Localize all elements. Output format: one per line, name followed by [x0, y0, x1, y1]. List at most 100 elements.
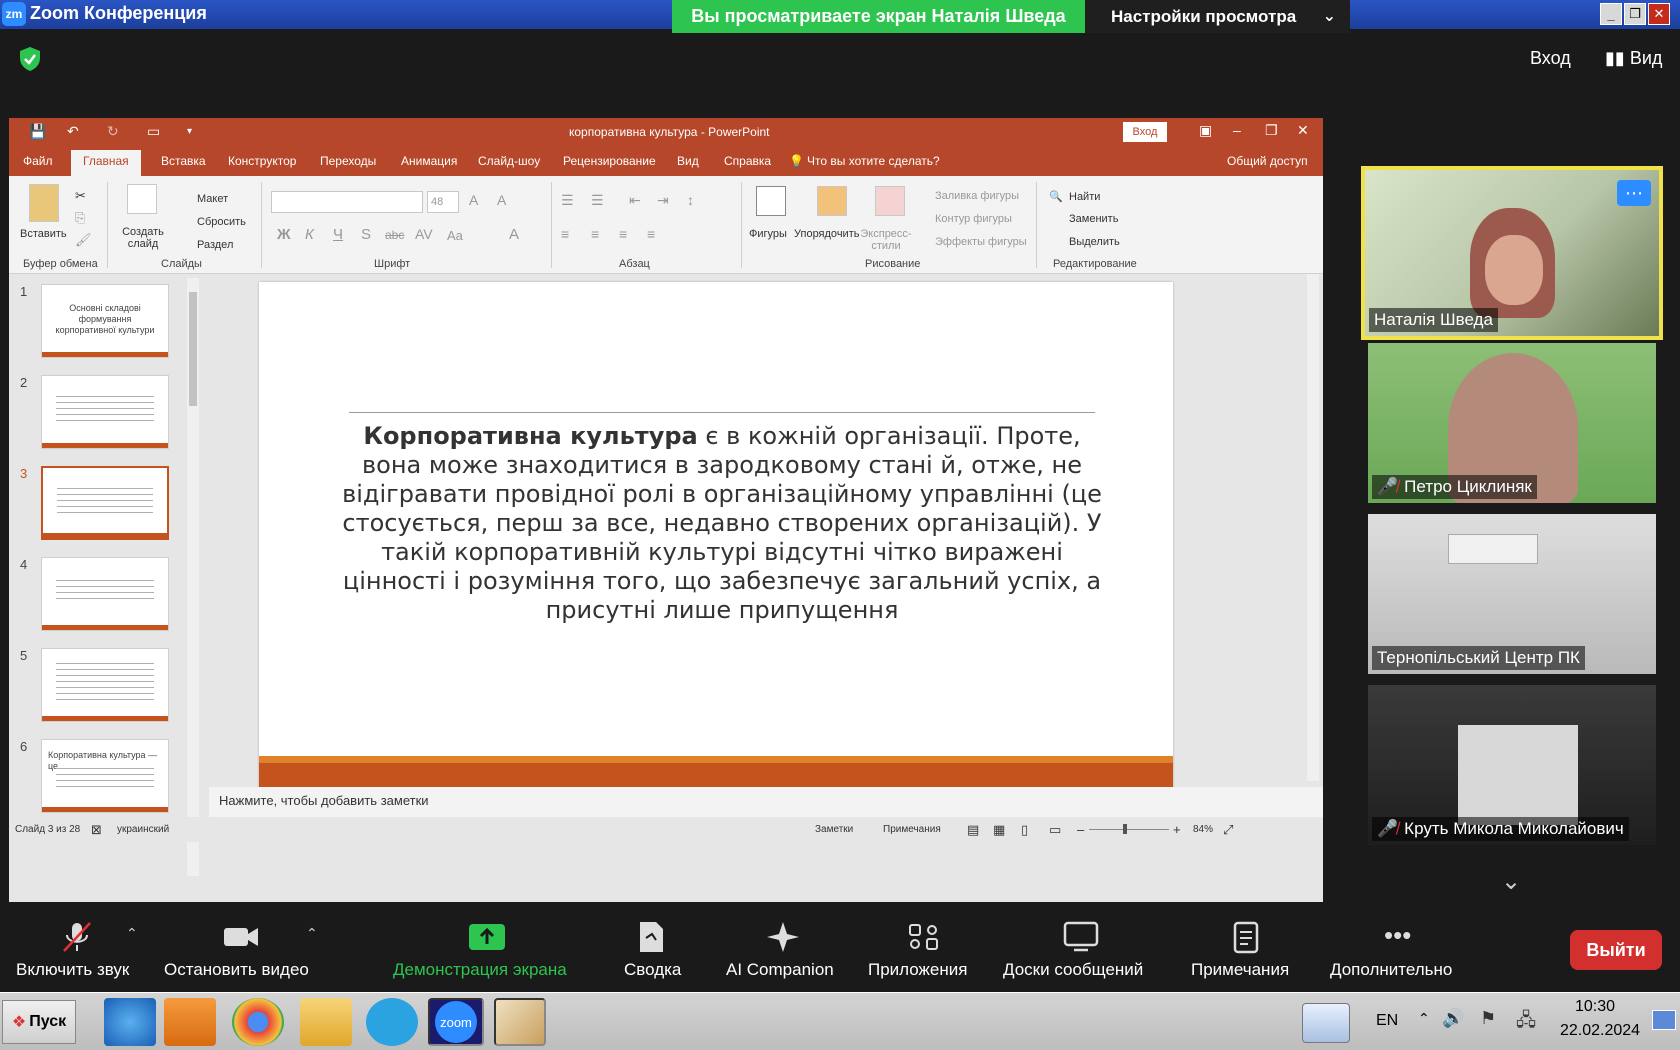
italic-icon[interactable]: К — [305, 226, 314, 243]
new-slide-button[interactable]: Создать слайд — [121, 226, 165, 250]
keyboard-language[interactable]: EN — [1376, 1012, 1398, 1030]
ppt-minimize-button[interactable]: – — [1233, 122, 1241, 138]
spellcheck-icon[interactable]: ⊠ — [91, 822, 102, 838]
volume-icon[interactable]: 🔊 — [1442, 1008, 1464, 1029]
section-button[interactable]: Раздел — [197, 239, 233, 251]
layout-button[interactable]: Макет — [197, 193, 228, 205]
participant-tile-1[interactable]: ⋯ Наталія Шведа — [1361, 166, 1663, 340]
zoom-in-icon[interactable]: + — [1173, 822, 1181, 837]
align-left-icon[interactable]: ≡ — [561, 226, 569, 242]
action-center-icon[interactable]: ⚑ — [1480, 1008, 1496, 1029]
comments-toggle[interactable]: Примечания — [883, 824, 941, 835]
zoom-taskbar-icon[interactable]: zoom — [428, 998, 484, 1046]
notes-button[interactable]: Примечания — [1191, 960, 1289, 980]
tab-file[interactable]: Файл — [23, 154, 53, 168]
present-icon[interactable]: ▭ — [147, 123, 160, 140]
language-label[interactable]: украинский — [117, 824, 169, 835]
zoom-level[interactable]: 84% — [1193, 824, 1213, 835]
zoom-slider[interactable] — [1089, 829, 1169, 830]
font-color-icon[interactable]: A — [509, 226, 519, 243]
telegram-icon[interactable] — [366, 998, 418, 1046]
justify-icon[interactable]: ≡ — [647, 226, 655, 242]
reset-button[interactable]: Сбросить — [197, 216, 246, 228]
apps-icon[interactable] — [905, 920, 943, 954]
fit-slide-icon[interactable]: ⤢ — [1223, 822, 1233, 838]
decrease-indent-icon[interactable]: ⇤ — [629, 192, 641, 209]
participant-tile-3[interactable]: Тернопільський Центр ПК — [1368, 514, 1656, 674]
tab-view[interactable]: Вид — [677, 154, 699, 168]
tell-me-input[interactable]: Что вы хотите сделать? — [807, 154, 940, 168]
align-center-icon[interactable]: ≡ — [591, 226, 599, 242]
share-button[interactable]: Общий доступ — [1227, 154, 1308, 168]
zoom-out-icon[interactable]: – — [1077, 822, 1084, 837]
slide-thumbnail-5[interactable] — [41, 648, 169, 722]
shape-effects-button[interactable]: Эффекты фигуры — [935, 236, 1027, 248]
share-screen-icon[interactable] — [468, 920, 506, 954]
summary-button[interactable]: Сводка — [624, 960, 681, 980]
sorter-view-icon[interactable]: ▦ — [993, 822, 1005, 838]
participant-tile-2[interactable]: 🎤̸ Петро Циклиняк — [1368, 343, 1656, 503]
stop-video-button[interactable]: Остановить видео — [164, 960, 309, 980]
tab-design[interactable]: Конструктор — [228, 154, 296, 168]
more-options-icon[interactable]: ⋯ — [1617, 180, 1651, 206]
network-icon[interactable]: 🖧 — [1516, 1008, 1536, 1038]
tab-slideshow[interactable]: Слайд-шоу — [478, 154, 540, 168]
view-settings-button[interactable]: Настройки просмотра ⌄ — [1085, 0, 1350, 33]
shrink-font-icon[interactable]: A — [497, 192, 506, 208]
shield-icon[interactable] — [18, 46, 42, 72]
restore-button[interactable]: ❐ — [1624, 3, 1646, 25]
ppt-restore-button[interactable]: ❐ — [1265, 122, 1278, 139]
shadow-icon[interactable]: S — [361, 226, 371, 243]
share-screen-button[interactable]: Демонстрация экрана — [393, 960, 567, 980]
participant-tile-4[interactable]: 🎤̸ Круть Микола Миколайович — [1368, 685, 1656, 845]
close-button[interactable]: ✕ — [1648, 3, 1670, 25]
chrome-icon[interactable] — [232, 998, 284, 1046]
whiteboards-icon[interactable] — [1062, 920, 1100, 954]
unmute-button[interactable]: Включить звук — [16, 960, 129, 980]
media-player-icon[interactable] — [164, 998, 216, 1046]
paste-icon[interactable] — [29, 184, 59, 222]
show-desktop-icon[interactable] — [1652, 1010, 1676, 1030]
bold-icon[interactable]: Ж — [277, 226, 291, 243]
video-camera-icon[interactable] — [222, 920, 260, 954]
cut-icon[interactable]: ✂ — [75, 188, 86, 204]
normal-view-icon[interactable]: ▤ — [967, 822, 979, 838]
pen-tablet-icon[interactable] — [1302, 1003, 1350, 1043]
font-size-input[interactable]: 48 — [427, 191, 459, 213]
minimize-button[interactable]: _ — [1600, 3, 1622, 25]
undo-icon[interactable]: ↶ — [67, 123, 79, 140]
slide-thumbnail-1[interactable]: Основні складові формування корпоративно… — [41, 284, 169, 358]
slide-scrollbar[interactable] — [1307, 274, 1319, 781]
tab-home[interactable]: Главная — [71, 150, 141, 176]
view-button[interactable]: ▮▮ Вид — [1605, 48, 1662, 69]
find-button[interactable]: Найти — [1069, 191, 1100, 203]
quick-styles-button[interactable]: Экспресс-стили — [859, 228, 913, 252]
tab-transitions[interactable]: Переходы — [320, 154, 376, 168]
clock-date[interactable]: 22.02.2024 — [1560, 1022, 1640, 1040]
tab-insert[interactable]: Вставка — [161, 154, 206, 168]
customize-icon[interactable]: ▾ — [187, 126, 192, 137]
ppt-close-button[interactable]: ✕ — [1297, 122, 1309, 139]
ppt-login-button[interactable]: Вход — [1123, 122, 1167, 142]
current-slide[interactable]: Корпоративна культура є в кожній організ… — [259, 282, 1173, 796]
new-slide-icon[interactable] — [127, 184, 157, 214]
quick-styles-icon[interactable] — [875, 186, 905, 216]
replace-button[interactable]: Заменить — [1069, 213, 1118, 225]
internet-explorer-icon[interactable] — [104, 998, 156, 1046]
grow-font-icon[interactable]: A — [469, 192, 478, 208]
select-button[interactable]: Выделить — [1069, 236, 1120, 248]
align-right-icon[interactable]: ≡ — [619, 226, 627, 242]
arrange-button[interactable]: Упорядочить — [794, 228, 859, 240]
more-button[interactable]: Дополнительно — [1330, 960, 1452, 980]
summary-icon[interactable] — [632, 920, 670, 954]
reading-view-icon[interactable]: ▯ — [1021, 822, 1028, 838]
mic-muted-icon[interactable] — [58, 920, 96, 954]
paint-icon[interactable] — [494, 998, 546, 1046]
tab-animation[interactable]: Анимация — [401, 154, 457, 168]
scroll-down-chevron-icon[interactable]: ⌄ — [1455, 856, 1567, 906]
slide-thumbnail-4[interactable] — [41, 557, 169, 631]
change-case-icon[interactable]: Aa — [447, 228, 463, 243]
zoom-slider-handle[interactable] — [1123, 824, 1127, 834]
enter-button[interactable]: Вход — [1530, 48, 1571, 69]
thumbnails-scrollbar[interactable] — [187, 278, 199, 876]
